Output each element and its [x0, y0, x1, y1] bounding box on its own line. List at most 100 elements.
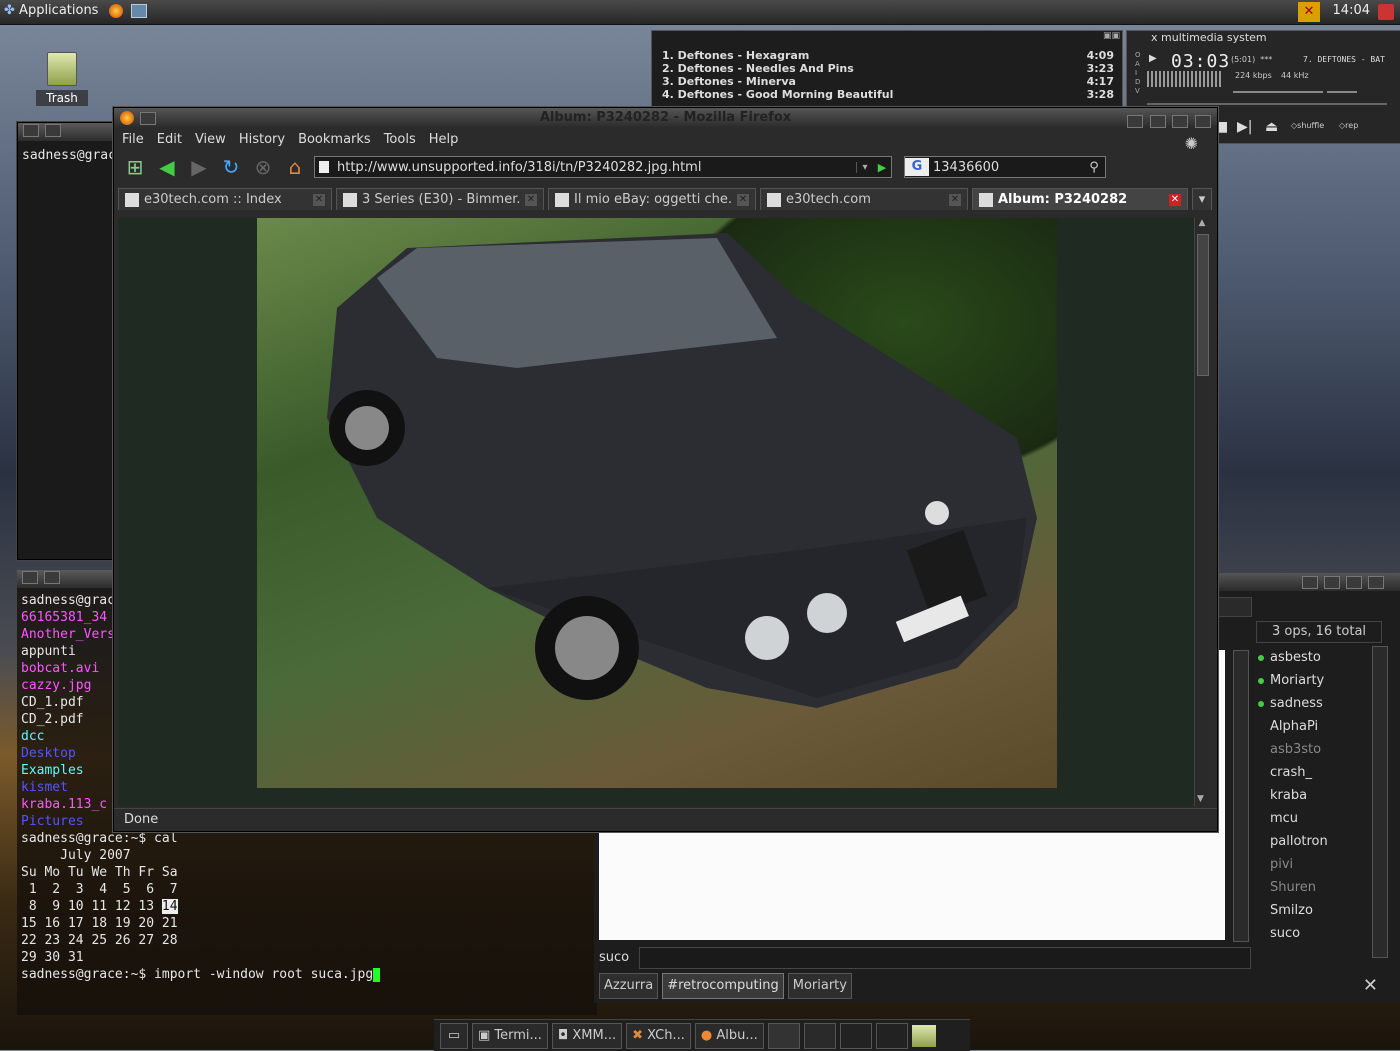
- terminal-window-1[interactable]: sadness@grac: [17, 122, 119, 560]
- repeat-toggle[interactable]: ◇rep: [1339, 121, 1358, 130]
- user-list-item[interactable]: sadness: [1256, 692, 1360, 715]
- url-bar[interactable]: http://www.unsupported.info/318i/tn/P324…: [314, 156, 892, 178]
- chat-log-scrollbar[interactable]: [1233, 650, 1249, 942]
- browser-tab[interactable]: Album: P3240282 ✕: [972, 188, 1188, 210]
- browser-tab[interactable]: e30tech.com ✕: [760, 188, 968, 210]
- home-button[interactable]: ⌂: [282, 154, 308, 180]
- workspace-2[interactable]: [803, 1022, 836, 1049]
- user-list[interactable]: asbesto Moriarty sadness AlphaPi asb3sto cras…: [1256, 646, 1360, 956]
- reload-button[interactable]: ↻: [218, 154, 244, 180]
- browser-tab[interactable]: 3 Series (E30) - Bimmer... ✕: [336, 188, 544, 210]
- xmms-time[interactable]: 03:03: [1171, 51, 1230, 72]
- window-maximize-button[interactable]: [1345, 576, 1362, 589]
- browser-tab[interactable]: Il mio eBay: oggetti che... ✕: [548, 188, 756, 210]
- message-input[interactable]: [639, 947, 1251, 969]
- window-close-button[interactable]: [1195, 115, 1211, 128]
- playlist-item[interactable]: 2. Deftones - Needles And Pins 3:23: [652, 62, 1122, 75]
- clock[interactable]: 14:04: [1333, 3, 1370, 18]
- page-scrollbar[interactable]: ▲ ▼: [1194, 218, 1209, 806]
- menu-history[interactable]: History: [239, 132, 285, 147]
- url-dropdown-icon[interactable]: ▾: [856, 161, 873, 173]
- tab-list-dropdown-icon[interactable]: ▾: [1192, 188, 1212, 210]
- go-button[interactable]: ▶: [873, 161, 891, 174]
- close-tab-icon[interactable]: ✕: [737, 193, 749, 206]
- workspace-3[interactable]: [839, 1022, 872, 1049]
- user-list-scrollbar[interactable]: [1372, 646, 1388, 958]
- playlist-window-buttons[interactable]: ▣▣: [1103, 31, 1120, 41]
- tray-x-icon[interactable]: ✕: [1298, 2, 1320, 22]
- task-firefox[interactable]: ● Albu...: [694, 1022, 764, 1049]
- next-button[interactable]: ▶|: [1237, 119, 1252, 135]
- window-maximize-button[interactable]: [1172, 115, 1189, 128]
- user-list-item[interactable]: kraba: [1256, 784, 1360, 807]
- firefox-icon[interactable]: [120, 111, 134, 125]
- menu-tools[interactable]: Tools: [384, 132, 416, 147]
- balance-slider[interactable]: [1327, 91, 1357, 93]
- new-tab-icon[interactable]: ⊞: [122, 154, 148, 180]
- window-minimize-button[interactable]: [1149, 115, 1166, 128]
- back-button[interactable]: ◀: [154, 154, 180, 180]
- channel-tab[interactable]: Azzurra: [599, 973, 659, 999]
- user-list-item[interactable]: asb3sto: [1256, 738, 1360, 761]
- show-desktop-button[interactable]: ▭: [440, 1022, 468, 1049]
- nick-label[interactable]: suco: [599, 950, 629, 965]
- trash-applet-icon[interactable]: [911, 1024, 936, 1047]
- user-list-item[interactable]: pallotron: [1256, 830, 1360, 853]
- eject-button[interactable]: ⏏: [1265, 119, 1278, 135]
- user-list-item[interactable]: asbesto: [1256, 646, 1360, 669]
- workspace-4[interactable]: [875, 1022, 908, 1049]
- menu-bookmarks[interactable]: Bookmarks: [298, 132, 371, 147]
- user-list-item[interactable]: Moriarty: [1256, 669, 1360, 692]
- trash-desktop-icon[interactable]: Trash: [36, 52, 88, 106]
- xmms-clutterbar[interactable]: OAIDV: [1135, 51, 1143, 95]
- close-tab-icon[interactable]: ✕: [525, 193, 537, 206]
- car-photo[interactable]: [257, 218, 1057, 788]
- channel-tab[interactable]: #retrocomputing: [662, 973, 784, 999]
- close-tab-icon[interactable]: ✕: [1169, 193, 1181, 206]
- window-shade-button[interactable]: [1301, 576, 1318, 589]
- task-xmms[interactable]: ◘ XMM...: [551, 1022, 623, 1049]
- volume-slider[interactable]: [1233, 91, 1323, 93]
- topic-area[interactable]: [1214, 597, 1252, 617]
- close-tab-icon[interactable]: ✕: [313, 193, 325, 206]
- menu-view[interactable]: View: [195, 132, 226, 147]
- terminal-1-titlebar[interactable]: [18, 123, 118, 141]
- window-close-button[interactable]: [1368, 576, 1384, 589]
- menu-edit[interactable]: Edit: [157, 132, 182, 147]
- menu-file[interactable]: File: [122, 132, 144, 147]
- forward-button[interactable]: ▶: [186, 154, 212, 180]
- window-menu-button[interactable]: [44, 571, 61, 584]
- scroll-thumb[interactable]: [1197, 234, 1209, 376]
- applications-menu[interactable]: ✤ Applications: [4, 3, 147, 18]
- search-box[interactable]: G 13436600 ⚲: [904, 156, 1106, 178]
- channel-tab[interactable]: Moriarty: [787, 973, 852, 999]
- firefox-window[interactable]: Album: P3240282 - Mozilla Firefox File E…: [113, 107, 1218, 832]
- spectrum-analyzer[interactable]: [1147, 71, 1221, 87]
- logout-icon[interactable]: [1378, 4, 1394, 20]
- search-icon[interactable]: ⚲: [1083, 160, 1105, 175]
- user-list-item[interactable]: crash_: [1256, 761, 1360, 784]
- firefox-launcher-icon[interactable]: [108, 3, 123, 18]
- firefox-titlebar[interactable]: Album: P3240282 - Mozilla Firefox: [114, 108, 1217, 128]
- terminal-2-titlebar[interactable]: [17, 570, 113, 588]
- browser-tab[interactable]: e30tech.com :: Index ✕: [118, 188, 332, 210]
- xmms-playlist-window[interactable]: ▣▣ 1. Deftones - Hexagram 4:09 2. Deftones…: [651, 30, 1123, 112]
- scroll-up-button[interactable]: ▲: [1195, 218, 1209, 228]
- page-content[interactable]: [118, 218, 1198, 806]
- playlist-item[interactable]: 3. Deftones - Minerva 4:17: [652, 75, 1122, 88]
- scroll-down-button[interactable]: ▼: [1197, 794, 1204, 804]
- playlist-item[interactable]: 1. Deftones - Hexagram 4:09: [652, 49, 1122, 62]
- shuffle-toggle[interactable]: ◇shuffle: [1291, 121, 1324, 130]
- user-list-item[interactable]: Smilzo: [1256, 899, 1360, 922]
- seek-bar[interactable]: [1147, 103, 1387, 105]
- close-tab-icon[interactable]: ✕: [1363, 975, 1378, 996]
- playlist-item[interactable]: 4. Deftones - Good Morning Beautiful 3:28: [652, 88, 1122, 101]
- window-menu-button[interactable]: [140, 112, 156, 125]
- file-manager-launcher-icon[interactable]: [130, 3, 147, 18]
- user-list-item[interactable]: AlphaPi: [1256, 715, 1360, 738]
- task-xchat[interactable]: ✖ XCh...: [626, 1022, 691, 1049]
- menu-help[interactable]: Help: [429, 132, 459, 147]
- workspace-1[interactable]: [767, 1022, 800, 1049]
- window-shade-button[interactable]: [1127, 115, 1144, 128]
- window-minimize-button[interactable]: [1323, 576, 1340, 589]
